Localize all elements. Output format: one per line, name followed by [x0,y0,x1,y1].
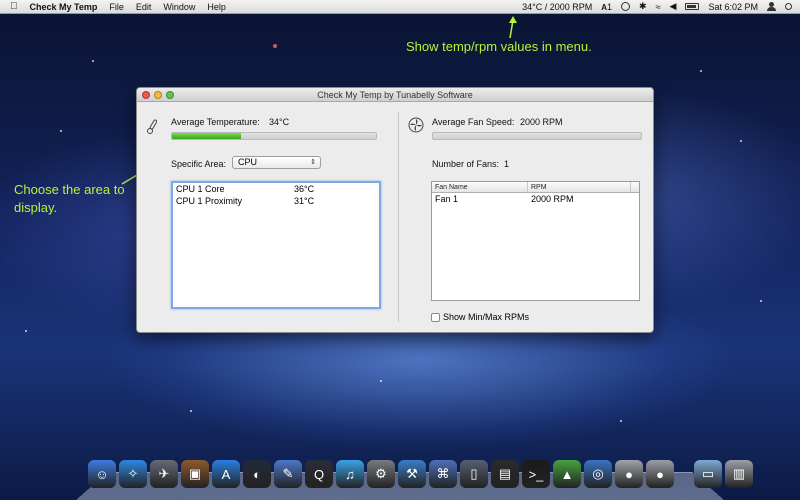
window-icon[interactable]: ▯ [460,460,488,488]
app-menu[interactable]: Check My Temp [30,2,98,12]
column-header-spacer [631,182,639,192]
menu-window[interactable]: Window [163,2,195,12]
preview-icon[interactable]: ✎ [274,460,302,488]
zoom-button[interactable] [166,91,174,99]
star [190,410,192,412]
fan-speed-bar [432,132,642,140]
safari-icon[interactable]: ✧ [119,460,147,488]
avg-fan-label: Average Fan Speed: [432,117,514,127]
apple-icon[interactable]:  [10,1,18,12]
window-title: Check My Temp by Tunabelly Software [317,90,472,100]
clock[interactable]: Sat 6:02 PM [708,2,758,12]
arrow-icon [500,14,530,44]
menu-bar:  Check My Temp File Edit Window Help 34… [0,0,800,14]
temperature-bar-fill [172,133,241,139]
dashboard-icon[interactable]: ◐ [243,460,271,488]
star [92,60,94,62]
show-minmax-label: Show Min/Max RPMs [443,312,529,322]
bluetooth-icon[interactable]: ✱ [639,1,647,12]
window-titlebar[interactable]: Check My Temp by Tunabelly Software [137,88,653,102]
spotlight-icon[interactable] [785,3,792,10]
checkbox-box[interactable] [431,313,440,322]
menu-help[interactable]: Help [207,2,226,12]
finder-icon[interactable]: ☺ [88,460,116,488]
trash-icon[interactable]: ▥ [725,460,753,488]
avg-fan-value: 2000 RPM [520,117,563,127]
photo-icon[interactable]: ▣ [181,460,209,488]
table-row[interactable]: Fan 1 2000 RPM [432,193,639,205]
thermometer-icon [147,119,157,134]
star [700,70,702,72]
status-extra[interactable]: A1 [601,2,612,12]
fan-name-cell: Fan 1 [432,193,528,205]
sensor-name: CPU 1 Proximity [176,195,294,207]
show-minmax-checkbox[interactable]: Show Min/Max RPMs [431,312,529,322]
app-store-icon[interactable]: A [212,460,240,488]
terminal-icon[interactable]: >_ [522,460,550,488]
star [380,380,382,382]
fan-table[interactable]: Fan Name RPM Fan 1 2000 RPM [431,181,640,301]
specific-area-select[interactable]: CPU ⇕ [232,156,321,169]
activity-monitor-icon[interactable]: ▲ [553,460,581,488]
column-header-fan-name[interactable]: Fan Name [432,182,528,192]
fan-icon [408,117,424,133]
user-icon[interactable] [767,2,776,11]
volume-icon[interactable]: ◀ [670,1,677,12]
disk-icon[interactable]: ● [615,460,643,488]
num-fans-value: 1 [504,159,509,169]
time-machine-icon[interactable] [621,2,630,11]
network-icon[interactable]: ◎ [584,460,612,488]
app-window: Check My Temp by Tunabelly Software Aver… [136,87,654,333]
sensor-name: CPU 1 Core [176,183,294,195]
status-temp-rpm[interactable]: 34°C / 2000 RPM [522,2,592,12]
star [620,420,622,422]
avg-temp-value: 34°C [269,117,289,127]
temperature-pane: Average Temperature: 34°C Specific Area:… [137,102,397,333]
temperature-bar [171,132,377,140]
wifi-icon[interactable]: ≈ [656,2,661,12]
launchpad-icon[interactable]: ✈ [150,460,178,488]
list-item[interactable]: CPU 1 Proximity 31°C [173,195,379,207]
folder-icon[interactable]: ▭ [694,460,722,488]
xcode-icon[interactable]: ⚒ [398,460,426,488]
status-extra-count: 1 [607,2,612,12]
annotation-menu-note: Show temp/rpm values in menu. [406,38,592,56]
list-item[interactable]: CPU 1 Core 36°C [173,183,379,195]
specific-area-value: CPU [238,157,257,167]
column-header-rpm[interactable]: RPM [528,182,631,192]
close-button[interactable] [142,91,150,99]
fan-rpm-cell: 2000 RPM [528,193,574,205]
specific-area-label: Specific Area: [171,159,226,169]
minimize-button[interactable] [154,91,162,99]
itunes-icon[interactable]: ♫ [336,460,364,488]
num-fans-label: Number of Fans: [432,159,499,169]
menu-file[interactable]: File [109,2,124,12]
star [740,140,742,142]
dock: ☺ ✧ ✈ ▣ A ◐ ✎ Q ♫ ⚙ ⚒ ⌘ ▯ ▤ >_ ▲ ◎ ● ● ▭ ▥ [88,460,753,488]
console-icon[interactable]: ▤ [491,460,519,488]
sensor-value: 31°C [294,195,314,207]
disk-icon[interactable]: ● [646,460,674,488]
sensor-value: 36°C [294,183,314,195]
updown-chevron-icon: ⇕ [310,157,316,168]
star [60,130,62,132]
star [25,330,27,332]
menu-edit[interactable]: Edit [136,2,152,12]
fan-pane: Average Fan Speed: 2000 RPM Number of Fa… [399,102,654,333]
fan-table-header: Fan Name RPM [432,182,639,193]
star [760,300,762,302]
utility-icon[interactable]: ⌘ [429,460,457,488]
avg-temp-label: Average Temperature: [171,117,260,127]
quicktime-icon[interactable]: Q [305,460,333,488]
battery-icon[interactable] [685,3,699,10]
star [273,44,277,48]
sensor-list[interactable]: CPU 1 Core 36°C CPU 1 Proximity 31°C [171,181,381,309]
system-preferences-icon[interactable]: ⚙ [367,460,395,488]
